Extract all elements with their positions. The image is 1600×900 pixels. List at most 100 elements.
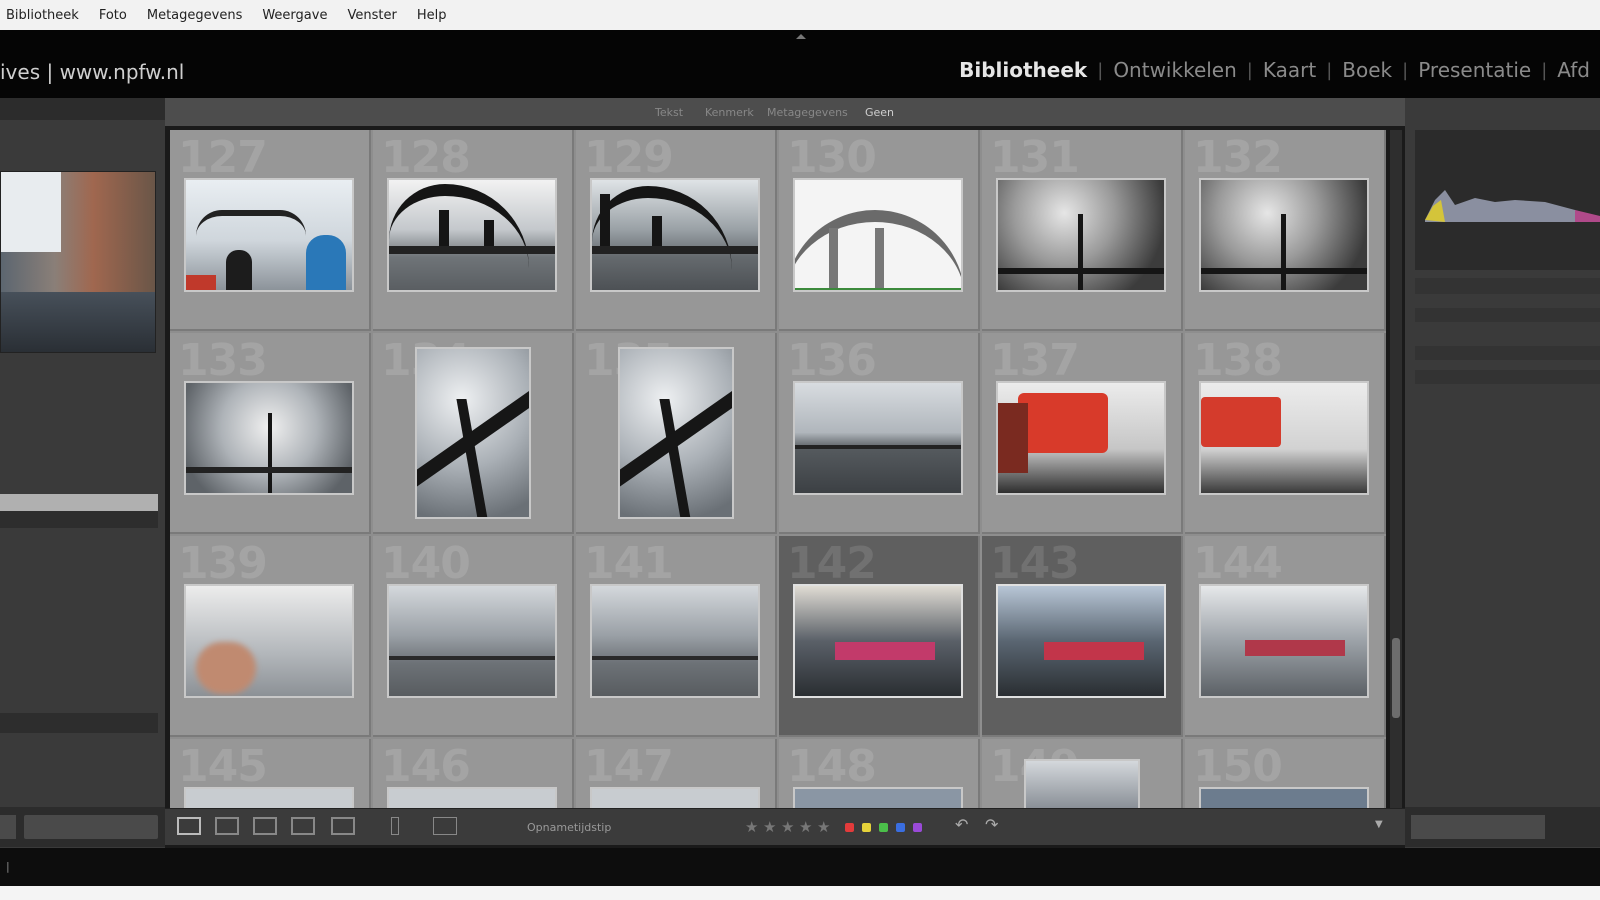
photo-thumbnail[interactable] bbox=[996, 178, 1166, 292]
grid-cell[interactable]: 139 bbox=[170, 536, 371, 737]
photo-thumbnail[interactable] bbox=[1199, 381, 1369, 495]
module-kaart[interactable]: Kaart bbox=[1253, 58, 1326, 82]
photo-thumbnail[interactable] bbox=[793, 381, 963, 495]
navigator-header[interactable] bbox=[0, 98, 165, 120]
thumbnail-grid: 127 128 129 130 131 132 133 136 137 138 … bbox=[170, 130, 1386, 820]
color-label-yellow[interactable] bbox=[862, 823, 871, 832]
menu-bibliotheek[interactable]: Bibliotheek bbox=[6, 8, 79, 23]
quick-develop-row[interactable] bbox=[1415, 278, 1600, 294]
quick-develop-row[interactable] bbox=[1415, 370, 1600, 384]
grid-cell[interactable]: 134 bbox=[373, 333, 574, 534]
export-button[interactable] bbox=[24, 815, 158, 839]
color-label-red[interactable] bbox=[845, 823, 854, 832]
catalog-row[interactable] bbox=[0, 513, 158, 530]
module-afdrukken[interactable]: Afd bbox=[1547, 58, 1600, 82]
rotate-right-icon[interactable]: ↷ bbox=[985, 815, 998, 834]
catalog-row[interactable] bbox=[0, 474, 158, 491]
color-label-green[interactable] bbox=[879, 823, 888, 832]
menu-metagegevens[interactable]: Metagegevens bbox=[147, 8, 242, 23]
grid-view-icon[interactable] bbox=[177, 817, 201, 835]
menu-help[interactable]: Help bbox=[417, 8, 447, 23]
loupe-view-icon[interactable] bbox=[215, 817, 239, 835]
module-bibliotheek[interactable]: Bibliotheek bbox=[949, 58, 1097, 82]
grid-cell[interactable]: 128 bbox=[373, 130, 574, 331]
grid-cell[interactable]: 131 bbox=[982, 130, 1183, 331]
sort-direction-icon[interactable] bbox=[433, 817, 457, 835]
grid-cell[interactable]: 135 bbox=[576, 333, 777, 534]
grid-cell[interactable]: 129 bbox=[576, 130, 777, 331]
grid-cell[interactable]: 140 bbox=[373, 536, 574, 737]
people-view-icon[interactable] bbox=[331, 817, 355, 835]
photo-thumbnail[interactable] bbox=[793, 178, 963, 292]
photo-thumbnail[interactable] bbox=[590, 178, 760, 292]
grid-cell[interactable]: 136 bbox=[779, 333, 980, 534]
filter-tab-geen[interactable]: Geen bbox=[865, 106, 894, 119]
painter-icon[interactable] bbox=[391, 817, 399, 835]
catalog-row[interactable] bbox=[0, 455, 158, 472]
survey-view-icon[interactable] bbox=[291, 817, 315, 835]
filter-tab-metagegevens[interactable]: Metagegevens bbox=[767, 106, 848, 119]
catalog-row-selected[interactable] bbox=[0, 494, 158, 511]
menu-venster[interactable]: Venster bbox=[347, 8, 396, 23]
collections-header[interactable] bbox=[0, 713, 158, 733]
thumbnail-size-chevron-icon[interactable]: ▼ bbox=[1375, 819, 1383, 830]
star-icon[interactable]: ★ bbox=[745, 818, 758, 836]
import-button[interactable] bbox=[0, 815, 16, 839]
grid-cell[interactable]: 138 bbox=[1185, 333, 1386, 534]
cell-index: 150 bbox=[1193, 741, 1283, 792]
grid-cell[interactable]: 132 bbox=[1185, 130, 1386, 331]
grid-scrollbar[interactable] bbox=[1390, 130, 1402, 808]
cell-index: 130 bbox=[787, 132, 877, 183]
star-icon[interactable]: ★ bbox=[799, 818, 812, 836]
quick-develop-row[interactable] bbox=[1415, 308, 1600, 322]
menu-weergave[interactable]: Weergave bbox=[262, 8, 327, 23]
grid-cell[interactable]: 130 bbox=[779, 130, 980, 331]
star-icon[interactable]: ★ bbox=[763, 818, 776, 836]
photo-thumbnail[interactable] bbox=[1199, 584, 1369, 698]
grid-cell[interactable]: 144 bbox=[1185, 536, 1386, 737]
photo-thumbnail[interactable] bbox=[1199, 178, 1369, 292]
grid-cell[interactable]: 137 bbox=[982, 333, 1183, 534]
grid-cell-selected[interactable]: 143 bbox=[982, 536, 1183, 737]
filter-tab-tekst[interactable]: Tekst bbox=[655, 106, 683, 119]
grid-cell[interactable]: 141 bbox=[576, 536, 777, 737]
rotate-left-icon[interactable]: ↶ bbox=[955, 815, 968, 834]
navigator-preview[interactable] bbox=[0, 171, 156, 353]
catalog-row[interactable] bbox=[0, 436, 158, 453]
cell-index: 140 bbox=[381, 538, 471, 589]
color-label-purple[interactable] bbox=[913, 823, 922, 832]
cell-index: 139 bbox=[178, 538, 268, 589]
collection-row[interactable] bbox=[0, 740, 158, 757]
color-label-blue[interactable] bbox=[896, 823, 905, 832]
photo-thumbnail[interactable] bbox=[184, 584, 354, 698]
grid-toolbar: Opnametijdstip ★ ★ ★ ★ ★ ↶ ↷ ▼ bbox=[165, 808, 1405, 845]
photo-thumbnail[interactable] bbox=[996, 584, 1166, 698]
collapse-top-icon[interactable] bbox=[796, 34, 806, 39]
sort-value[interactable]: Opnametijdstip bbox=[527, 821, 611, 834]
filter-tab-kenmerk[interactable]: Kenmerk bbox=[705, 106, 754, 119]
photo-thumbnail[interactable] bbox=[996, 381, 1166, 495]
photo-thumbnail[interactable] bbox=[387, 584, 557, 698]
menu-foto[interactable]: Foto bbox=[99, 8, 127, 23]
grid-cell-selected[interactable]: 142 bbox=[779, 536, 980, 737]
grid-cell[interactable]: 133 bbox=[170, 333, 371, 534]
photo-thumbnail[interactable] bbox=[590, 584, 760, 698]
compare-view-icon[interactable] bbox=[253, 817, 277, 835]
photo-thumbnail[interactable] bbox=[618, 347, 734, 519]
scrollbar-thumb[interactable] bbox=[1392, 638, 1400, 718]
module-boek[interactable]: Boek bbox=[1332, 58, 1402, 82]
cell-index: 142 bbox=[787, 538, 877, 589]
grid-cell[interactable]: 127 bbox=[170, 130, 371, 331]
photo-thumbnail[interactable] bbox=[184, 178, 354, 292]
star-icon[interactable]: ★ bbox=[817, 818, 830, 836]
sync-settings-button[interactable] bbox=[1411, 815, 1545, 839]
photo-thumbnail[interactable] bbox=[184, 381, 354, 495]
quick-develop-row[interactable] bbox=[1415, 346, 1600, 360]
catalog-row[interactable] bbox=[0, 532, 158, 549]
photo-thumbnail[interactable] bbox=[415, 347, 531, 519]
module-ontwikkelen[interactable]: Ontwikkelen bbox=[1103, 58, 1246, 82]
photo-thumbnail[interactable] bbox=[387, 178, 557, 292]
module-presentatie[interactable]: Presentatie bbox=[1408, 58, 1541, 82]
star-icon[interactable]: ★ bbox=[781, 818, 794, 836]
photo-thumbnail[interactable] bbox=[793, 584, 963, 698]
